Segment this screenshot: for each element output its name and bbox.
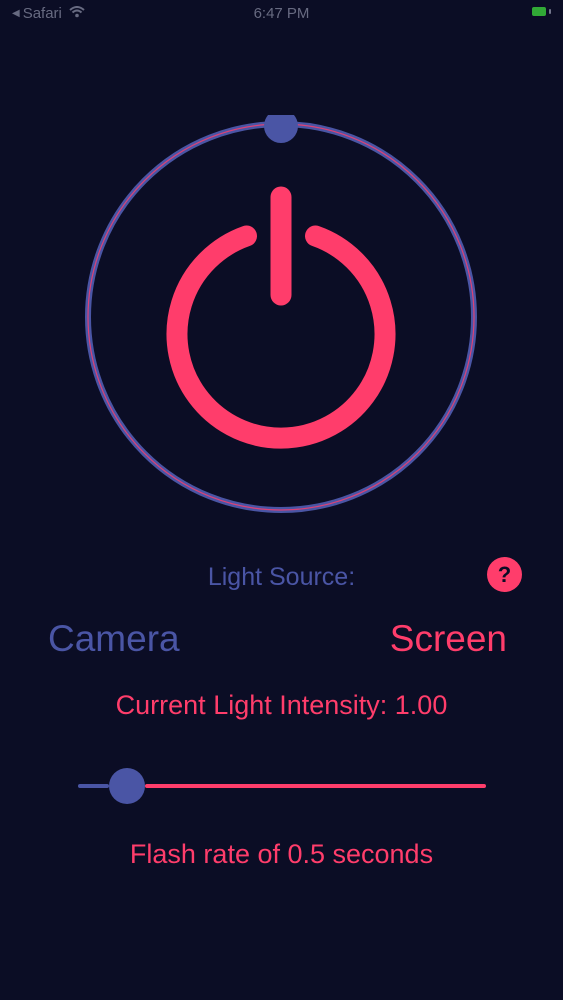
question-icon: ? (497, 562, 512, 587)
slider-track-filled (78, 784, 109, 788)
flash-rate-label: Flash rate of 0.5 seconds (129, 839, 434, 869)
power-icon[interactable] (166, 186, 396, 449)
slider-thumb[interactable] (109, 768, 145, 804)
flash-rate-slider[interactable] (78, 768, 486, 804)
light-intensity-label: Current Light Intensity: 1.00 (115, 690, 448, 720)
help-button[interactable]: ? (487, 557, 522, 592)
battery-level (532, 7, 546, 16)
power-ring (85, 121, 477, 513)
power-ring-knob[interactable] (264, 115, 298, 143)
app-screen: ◀ Safari 6:47 PM Light Source: ? Camera … (0, 0, 563, 1000)
battery-icon (532, 7, 551, 16)
status-bar: ◀ Safari 6:47 PM (0, 0, 563, 30)
light-source-label: Light Source: (207, 563, 356, 591)
slider-track-empty (145, 784, 486, 788)
light-source-camera-option[interactable]: Camera (48, 618, 180, 660)
status-time: 6:47 PM (253, 5, 310, 22)
light-source-screen-option[interactable]: Screen (390, 618, 507, 660)
power-control[interactable] (85, 115, 478, 515)
battery-tip (549, 9, 551, 14)
